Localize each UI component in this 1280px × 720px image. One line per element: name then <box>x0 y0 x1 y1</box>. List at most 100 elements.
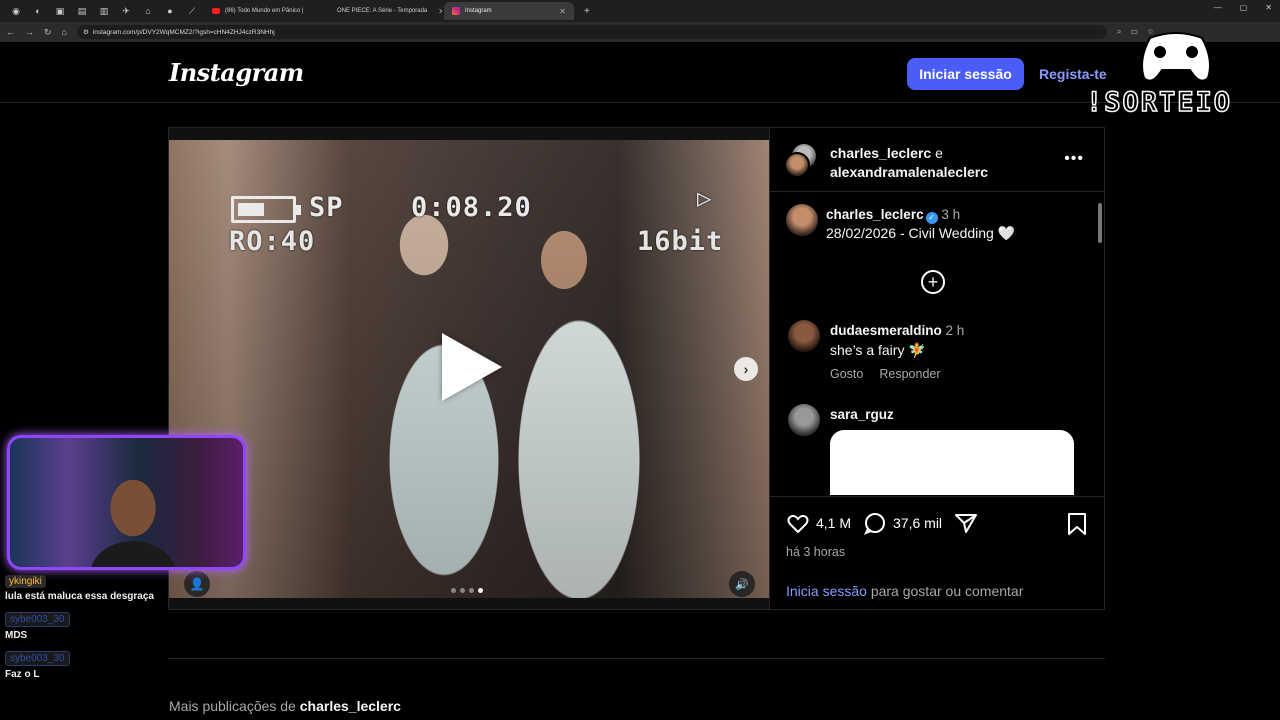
close-window-icon[interactable]: ✕ <box>1265 3 1272 12</box>
carousel-dot <box>460 588 465 593</box>
caption-time: 3 h <box>941 207 961 222</box>
tab-favicon-icon[interactable]: ● <box>160 3 180 19</box>
login-link[interactable]: Inicia sessão <box>786 583 867 599</box>
comment-actions: Gosto Responder <box>830 367 941 381</box>
likes-count: 4,1 M <box>816 515 852 531</box>
new-tab-icon[interactable]: + <box>576 6 598 17</box>
chat-username: sybe003_30 <box>5 612 70 627</box>
comment-username: dudaesmeraldino 2 h <box>830 323 964 338</box>
caption-text: 28/02/2026 - Civil Wedding 🤍 <box>826 225 1016 241</box>
login-button[interactable]: Iniciar sessão <box>907 58 1024 90</box>
tab-title: Instagram <box>465 8 492 14</box>
tab-favicon-icon[interactable]: ▥ <box>94 3 114 19</box>
heart-icon[interactable] <box>786 511 810 535</box>
carousel-dot <box>469 588 474 593</box>
osd-ro: RO:40 <box>229 226 316 257</box>
browser-tab[interactable]: (86) Todo Mundo em Pânico | <box>204 2 322 20</box>
home-icon[interactable]: ⌂ <box>62 27 67 37</box>
divider <box>168 658 1105 659</box>
close-tab-icon[interactable]: ✕ <box>438 7 442 16</box>
reload-icon[interactable]: ↻ <box>44 27 52 38</box>
more-posts-user[interactable]: charles_leclerc <box>300 698 401 714</box>
avatar[interactable] <box>788 404 820 436</box>
browser-toolbar: ← → ↻ ⌂ ⚙ instagram.com/p/DVY2WqMCMZ2/?i… <box>0 22 1280 42</box>
instagram-icon <box>452 7 460 15</box>
bookmark-icon[interactable] <box>1067 513 1087 535</box>
avatar[interactable] <box>784 152 810 178</box>
back-icon[interactable]: ← <box>6 27 15 37</box>
chat-username: ykingiki <box>5 575 46 588</box>
post-time: há 3 horas <box>786 545 846 559</box>
site-info-icon[interactable]: ⚙ <box>83 28 89 36</box>
tab-favicon-icon[interactable]: ◐ <box>28 3 48 19</box>
tab-favicon-icon[interactable]: ✈ <box>116 3 136 19</box>
stream-chat: ykingiki lula está maluca essa desgraça … <box>5 575 175 690</box>
comment-username[interactable]: sara_rguz <box>830 407 894 422</box>
avatar[interactable] <box>786 204 818 236</box>
tab-favicon-icon[interactable]: ◉ <box>6 3 26 19</box>
maximize-icon[interactable]: ▢ <box>1240 3 1248 12</box>
tagged-users-icon[interactable]: 👤 <box>184 571 210 597</box>
close-tab-icon[interactable]: ✕ <box>559 7 566 16</box>
comment-reply-button[interactable]: Responder <box>879 367 940 381</box>
comment-icon[interactable] <box>863 511 887 535</box>
post-media[interactable]: SP 0:08.20 RO:40 16bit ▷ › 👤 🔊 <box>169 128 769 609</box>
instagram-logo[interactable]: Instagram <box>169 58 304 87</box>
post-header: charles_leclerc e alexandramalenaleclerc… <box>770 128 1104 192</box>
chat-message: MDS <box>5 630 28 641</box>
browser-tab[interactable]: ONE PIECE: A Série - Temporada ✕ <box>324 2 442 20</box>
scrollbar-thumb[interactable] <box>1098 203 1102 243</box>
chevron-right-icon[interactable]: › <box>734 357 758 381</box>
forward-icon[interactable]: → <box>25 27 34 37</box>
tab-title: (86) Todo Mundo em Pânico | <box>225 8 304 14</box>
address-bar[interactable]: ⚙ instagram.com/p/DVY2WqMCMZ2/?igsh=cHN4… <box>76 25 1107 39</box>
url-text: instagram.com/p/DVY2WqMCMZ2/?igsh=cHN4ZH… <box>92 28 275 36</box>
avatar[interactable] <box>788 320 820 352</box>
window-controls: — ▢ ✕ <box>1214 3 1272 12</box>
osd-time: 0:08.20 <box>411 192 532 223</box>
carousel-dots <box>451 588 483 593</box>
osd-mode: SP <box>309 192 344 223</box>
tab-favicon-icon[interactable]: ▣ <box>50 3 70 19</box>
more-options-icon[interactable]: ••• <box>1064 150 1084 168</box>
tab-title: ONE PIECE: A Série - Temporada <box>337 8 428 14</box>
gamepad-icon <box>1141 32 1211 82</box>
verified-icon: ✓ <box>925 212 938 224</box>
comment-user[interactable]: dudaesmeraldino <box>830 323 942 338</box>
tab-favicon-icon[interactable]: ⟋ <box>182 3 202 19</box>
comment-image <box>830 430 1074 495</box>
carousel-dot <box>451 588 456 593</box>
post-authors: charles_leclerc e alexandramalenaleclerc <box>830 144 988 182</box>
sorteio-text: !SORTEIO <box>1085 86 1233 119</box>
post-actions: 4,1 M 37,6 mil há 3 horas Inicia sessão … <box>770 496 1105 609</box>
comment-time: 2 h <box>945 323 965 338</box>
share-icon[interactable] <box>954 511 978 535</box>
author-joiner: e <box>935 145 943 161</box>
osd-bits: 16bit <box>637 226 724 257</box>
tab-favicon-icon[interactable]: ▤ <box>72 3 92 19</box>
load-more-comments-icon[interactable]: + <box>921 270 945 294</box>
osd-play-indicator: ▷ <box>697 184 713 212</box>
browser-tabbar: ◉ ◐ ▣ ▤ ▥ ✈ ⌂ ● ⟋ (86) Todo Mundo em Pân… <box>0 0 1280 22</box>
zoom-icon[interactable]: ⌕ <box>1117 27 1121 37</box>
tab-favicon-icon[interactable]: ⌂ <box>138 3 158 19</box>
login-prompt: Inicia sessão para gostar ou comentar <box>786 583 1023 599</box>
chat-message: Faz o L <box>5 669 40 680</box>
caption-user[interactable]: charles_leclerc <box>826 207 924 222</box>
coauthor-username[interactable]: alexandramalenaleclerc <box>830 164 988 180</box>
comment-like-button[interactable]: Gosto <box>830 367 863 381</box>
play-icon[interactable] <box>442 333 502 401</box>
caption-username: charles_leclerc ✓ 3 h <box>826 207 960 224</box>
audio-icon[interactable]: 🔊 <box>729 571 755 597</box>
comments-list[interactable]: charles_leclerc ✓ 3 h 28/02/2026 - Civil … <box>770 193 1105 495</box>
youtube-icon <box>212 8 220 14</box>
author-username[interactable]: charles_leclerc <box>830 145 931 161</box>
browser-tab-active[interactable]: Instagram ✕ <box>444 2 574 20</box>
login-prompt-text: para gostar ou comentar <box>866 583 1024 599</box>
comments-count: 37,6 mil <box>893 515 943 531</box>
carousel-dot <box>478 588 483 593</box>
webcam-overlay <box>7 435 246 570</box>
minimize-icon[interactable]: — <box>1214 3 1222 12</box>
sorteio-overlay: !SORTEIO <box>1085 32 1266 160</box>
more-posts-heading: Mais publicações de charles_leclerc <box>169 698 401 714</box>
